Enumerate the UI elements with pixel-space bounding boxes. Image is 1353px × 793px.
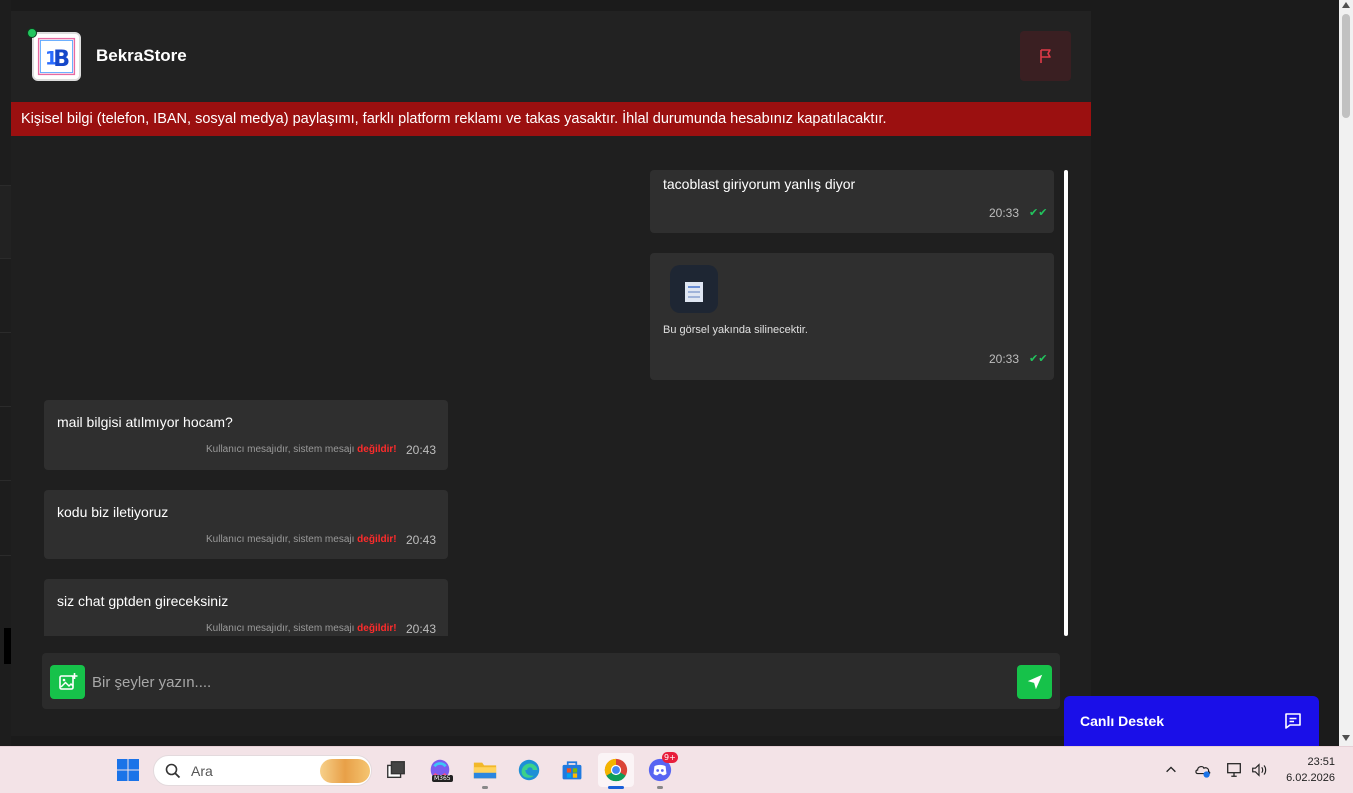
search-label: Ara	[191, 763, 213, 779]
message-input[interactable]	[92, 667, 992, 697]
add-image-icon	[58, 673, 77, 690]
m365-badge: M365	[432, 775, 453, 782]
discord-app[interactable]: 9+	[646, 752, 678, 784]
network-monitor-icon	[1227, 763, 1241, 777]
message-time: 20:33	[989, 206, 1020, 220]
microsoft-store-app[interactable]	[558, 756, 586, 784]
chrome-icon	[604, 758, 628, 782]
message-bubble-incoming: mail bilgisi atılmıyor hocam? Kullanıcı …	[44, 400, 448, 470]
scroll-up-arrow-icon[interactable]	[1342, 2, 1350, 8]
task-view-icon	[387, 761, 405, 779]
attached-image-thumbnail[interactable]	[670, 265, 718, 313]
user-message-disclaimer: Kullanıcı mesajıdır, sistem mesajı değil…	[206, 444, 397, 455]
message-time: 20:33	[989, 352, 1020, 366]
volume-tray-button[interactable]	[1245, 756, 1273, 784]
disclaimer-emphasis: değildir!	[357, 444, 397, 455]
message-text: tacoblast giriyorum yanlış diyor	[663, 176, 856, 192]
message-text: siz chat gptden gireceksiniz	[57, 593, 229, 609]
message-bubble-outgoing-image: Bu görsel yakında silinecektir. 20:33 ✔✔	[650, 253, 1054, 380]
folder-icon	[473, 762, 497, 779]
cloud-sync-icon	[1195, 766, 1211, 778]
message-time: 20:43	[406, 443, 437, 457]
message-bubble-incoming: siz chat gptden gireceksiniz Kullanıcı m…	[44, 579, 448, 636]
running-indicator	[657, 786, 663, 789]
message-composer	[42, 653, 1060, 709]
read-receipt-icon: ✔✔	[1029, 353, 1048, 365]
report-button[interactable]	[1020, 31, 1071, 81]
scroll-down-arrow-icon[interactable]	[1342, 735, 1350, 741]
chrome-browser-app[interactable]	[598, 753, 634, 787]
store-bag-icon	[562, 761, 582, 780]
scrollbar-thumb[interactable]	[1342, 14, 1350, 118]
bekrastore-logo-icon: 1 B	[34, 34, 79, 79]
image-expiry-caption: Bu görsel yakında silinecektir.	[663, 324, 808, 336]
speaker-icon	[1252, 763, 1267, 777]
browser-scrollbar[interactable]	[1339, 0, 1353, 746]
disclaimer-text: Kullanıcı mesajıdır, sistem mesajı	[206, 444, 358, 455]
message-bubble-outgoing: tacoblast giriyorum yanlış diyor 20:33 ✔…	[650, 170, 1054, 233]
attach-image-button[interactable]	[50, 665, 85, 699]
start-button[interactable]	[114, 756, 142, 784]
live-support-label: Canlı Destek	[1080, 713, 1165, 729]
chat-panel: 1 B BekraStore Kişisel bilgi (telefon, I…	[11, 11, 1091, 736]
edge-icon	[518, 759, 540, 781]
online-status-dot	[27, 28, 37, 38]
clock-date[interactable]: 6.02.2026	[1275, 772, 1335, 784]
m365-copilot-app[interactable]: M365	[426, 756, 454, 784]
store-avatar[interactable]: 1 B	[32, 32, 81, 81]
search-highlight-image	[320, 759, 370, 783]
disclaimer-text: Kullanıcı mesajıdır, sistem mesajı	[206, 534, 358, 545]
taskbar-search[interactable]: Ara	[153, 755, 372, 786]
document-image-icon	[685, 282, 703, 302]
chat-bubble-icon	[1285, 713, 1301, 729]
send-button[interactable]	[1017, 665, 1052, 699]
flag-icon	[1039, 49, 1051, 63]
message-bubble-incoming: kodu biz iletiyoruz Kullanıcı mesajıdır,…	[44, 490, 448, 559]
background-page-edge	[0, 0, 11, 746]
warning-banner: Kişisel bilgi (telefon, IBAN, sosyal med…	[11, 102, 1091, 136]
search-icon	[165, 763, 181, 779]
windows-logo-icon	[117, 759, 139, 781]
screen: 1 B BekraStore Kişisel bilgi (telefon, I…	[0, 0, 1353, 793]
user-message-disclaimer: Kullanıcı mesajıdır, sistem mesajı değil…	[206, 534, 397, 545]
message-list-scrollbar[interactable]	[1064, 170, 1068, 636]
disclaimer-text: Kullanıcı mesajıdır, sistem mesajı	[206, 623, 358, 634]
message-list: tacoblast giriyorum yanlış diyor 20:33 ✔…	[11, 170, 1071, 636]
live-support-button[interactable]: Canlı Destek	[1064, 696, 1319, 746]
edge-browser-app[interactable]	[515, 756, 543, 784]
page-background-right	[1091, 0, 1353, 746]
read-receipt-icon: ✔✔	[1029, 207, 1048, 219]
clock-time[interactable]: 23:51	[1290, 756, 1335, 768]
file-explorer-app[interactable]	[471, 756, 499, 784]
message-time: 20:43	[406, 533, 437, 547]
running-indicator	[482, 786, 488, 789]
send-icon	[1027, 674, 1042, 690]
task-view-button[interactable]	[382, 756, 410, 784]
disclaimer-emphasis: değildir!	[357, 623, 397, 634]
chat-header: 1 B BekraStore	[11, 11, 1091, 102]
svg-text:B: B	[53, 47, 70, 72]
disclaimer-emphasis: değildir!	[357, 534, 397, 545]
active-app-indicator	[608, 786, 624, 789]
store-name[interactable]: BekraStore	[96, 46, 187, 66]
network-tray-button[interactable]	[1220, 756, 1248, 784]
windows-taskbar: Ara M365 9+ 23:51 6.02.2026	[0, 746, 1353, 793]
message-text: mail bilgisi atılmıyor hocam?	[57, 414, 233, 430]
chevron-up-icon	[1166, 766, 1176, 773]
discord-notification-badge: 9+	[662, 752, 678, 763]
message-time: 20:43	[406, 622, 437, 636]
user-message-disclaimer: Kullanıcı mesajıdır, sistem mesajı değil…	[206, 623, 397, 634]
message-text: kodu biz iletiyoruz	[57, 504, 169, 520]
show-hidden-icons-button[interactable]	[1157, 756, 1185, 784]
onedrive-tray-button[interactable]	[1189, 756, 1217, 784]
